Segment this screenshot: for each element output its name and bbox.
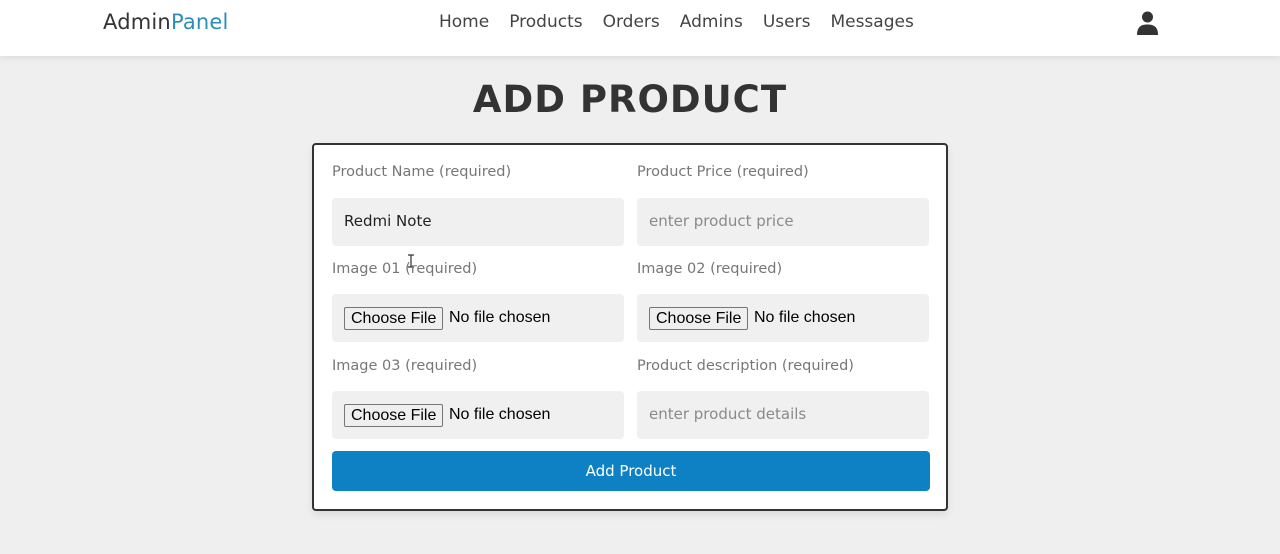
logo-accent-text: Panel: [170, 10, 229, 34]
image-02-file-input: Choose File No file chosen: [637, 294, 929, 342]
product-description-input[interactable]: enter product details: [637, 391, 929, 439]
page-title: ADD PRODUCT: [472, 78, 788, 121]
image-01-file-input: Choose File No file chosen: [332, 294, 624, 342]
main-navigation: Home Products Orders Admins Users Messag…: [439, 12, 914, 32]
product-name-input[interactable]: Redmi Note: [332, 198, 624, 268]
add-product-form: Product Name (required) Redmi Note Produ…: [312, 143, 948, 511]
nav-users-link[interactable]: Users: [763, 12, 811, 32]
image-01-file-status: No file chosen: [449, 309, 551, 326]
nav-home-link[interactable]: Home: [439, 12, 489, 32]
image-02-label: Image 02 (required): [637, 261, 783, 277]
product-name-value: Redmi Note: [344, 212, 432, 230]
user-icon[interactable]: [1137, 11, 1158, 35]
top-header: AdminPanel Home Products Orders Admins U…: [0, 0, 1280, 56]
add-product-button[interactable]: Add Product: [332, 451, 930, 491]
nav-admins-link[interactable]: Admins: [680, 12, 743, 32]
nav-products-link[interactable]: Products: [509, 12, 582, 32]
product-description-label: Product description (required): [637, 358, 854, 374]
product-price-input[interactable]: enter product price: [637, 198, 929, 246]
nav-orders-link[interactable]: Orders: [603, 12, 660, 32]
admin-panel-logo[interactable]: AdminPanel: [103, 10, 229, 34]
image-03-file-status: No file chosen: [449, 406, 551, 423]
logo-main-text: Admin: [103, 10, 171, 34]
image-03-choose-file-button[interactable]: Choose File: [344, 404, 444, 427]
image-03-file-input: Choose File No file chosen: [332, 391, 624, 439]
nav-messages-link[interactable]: Messages: [830, 12, 913, 32]
image-01-label: Image 01 (required): [332, 261, 478, 277]
image-02-file-status: No file chosen: [754, 309, 856, 326]
product-description-placeholder: enter product details: [649, 405, 807, 423]
product-price-placeholder: enter product price: [649, 212, 794, 230]
product-price-label: Product Price (required): [637, 164, 809, 180]
image-01-choose-file-button[interactable]: Choose File: [344, 307, 444, 330]
image-02-choose-file-button[interactable]: Choose File: [649, 307, 749, 330]
product-name-label: Product Name (required): [332, 164, 512, 180]
image-03-label: Image 03 (required): [332, 358, 478, 374]
